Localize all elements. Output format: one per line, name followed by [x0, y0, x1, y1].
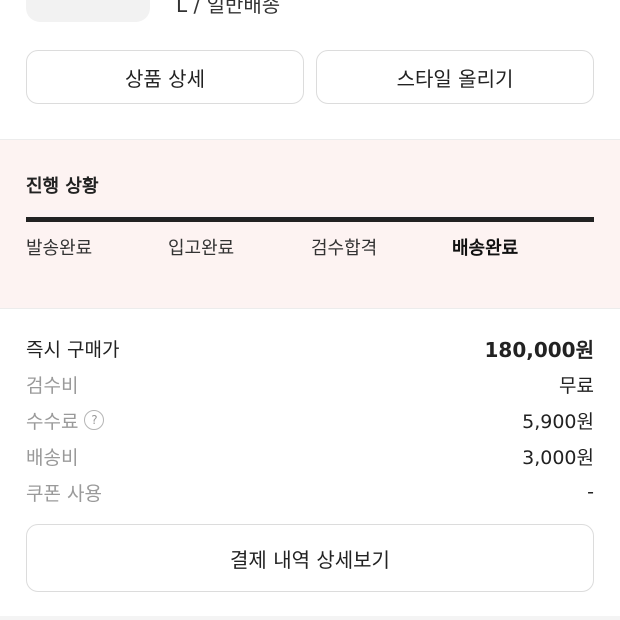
progress-title: 진행 상황 [26, 176, 99, 197]
progress-bar-fill [26, 217, 594, 222]
price-row-value: 무료 [559, 374, 594, 397]
price-row-value: - [587, 481, 594, 503]
step-received: 입고완료 [168, 238, 235, 259]
price-row-label: 검수비 [26, 374, 79, 397]
step-shipped: 발송완료 [26, 238, 93, 259]
price-row-commission: 수수료 ? 5,900원 [26, 402, 594, 438]
price-row-label: 수수료 [26, 410, 79, 433]
step-inspection-passed: 검수합격 [311, 238, 378, 259]
price-row-label: 쿠폰 사용 [26, 482, 102, 505]
progress-section: 진행 상황 발송완료 입고완료 검수합격 배송완료 [0, 139, 620, 309]
price-row-value: 180,000원 [484, 337, 595, 362]
section-divider [0, 616, 620, 620]
product-detail-button[interactable]: 상품 상세 [26, 50, 304, 104]
post-style-button[interactable]: 스타일 올리기 [316, 50, 594, 104]
price-row-instant-buy: 즉시 구매가 180,000원 [26, 330, 594, 366]
price-row-label: 배송비 [26, 446, 79, 469]
price-row-inspection-fee: 검수비 무료 [26, 366, 594, 402]
product-option-text: L / 일반배송 [176, 0, 281, 17]
price-row-coupon: 쿠폰 사용 - [26, 474, 594, 510]
price-row-value: 3,000원 [522, 446, 594, 469]
question-circle-icon[interactable]: ? [84, 410, 105, 430]
step-delivered: 배송완료 [452, 238, 519, 259]
payment-detail-button[interactable]: 결제 내역 상세보기 [26, 524, 594, 592]
price-row-label: 즉시 구매가 [26, 338, 120, 361]
progress-bar [26, 217, 594, 222]
price-row-value: 5,900원 [522, 410, 594, 433]
price-row-label-wrap: 수수료 ? [26, 407, 105, 434]
price-breakdown: 즉시 구매가 180,000원 검수비 무료 수수료 ? 5,900원 배송비 … [26, 330, 594, 510]
product-thumbnail[interactable] [26, 0, 150, 22]
price-row-shipping-fee: 배송비 3,000원 [26, 438, 594, 474]
